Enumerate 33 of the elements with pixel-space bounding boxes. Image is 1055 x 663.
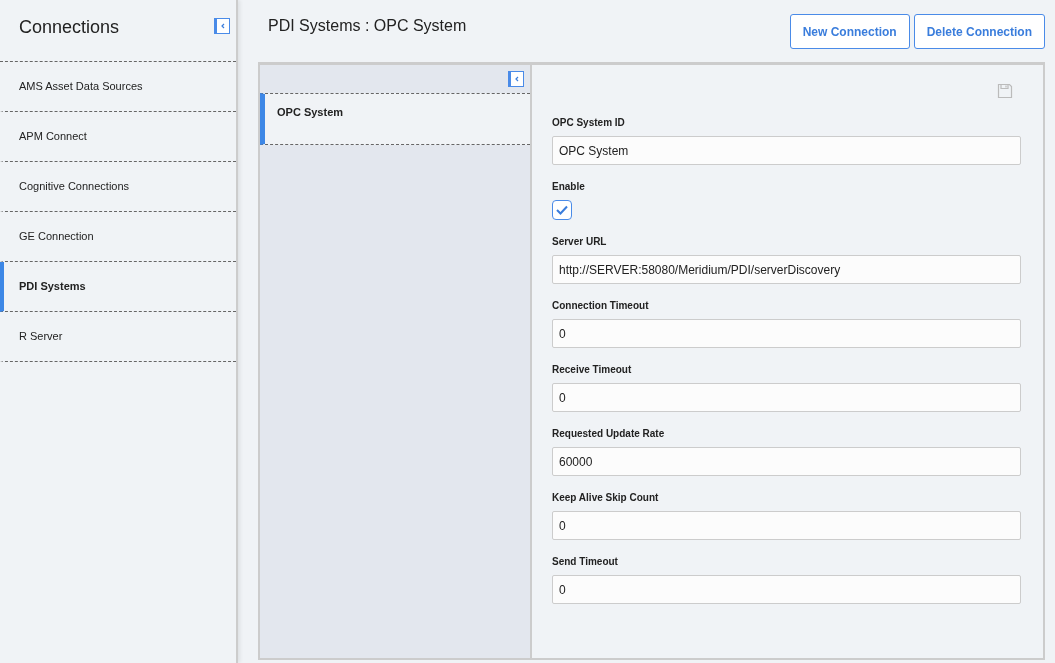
chevron-icon <box>219 22 227 30</box>
field-label: Receive Timeout <box>552 363 633 377</box>
input-field[interactable]: 60000 <box>552 447 1021 476</box>
field-label: Connection Timeout <box>552 299 650 313</box>
sidebar-title: Connections <box>19 16 120 39</box>
field-label: OPC System ID <box>552 116 626 130</box>
field-label: Keep Alive Skip Count <box>552 491 660 505</box>
sidebar-item[interactable]: R Server <box>0 312 236 362</box>
field-label: Send Timeout <box>552 555 619 569</box>
input-field[interactable]: OPC System <box>552 136 1021 165</box>
sidebar-item[interactable]: AMS Asset Data Sources <box>0 62 236 112</box>
field-label: Server URL <box>552 235 608 249</box>
sidebar-item[interactable]: PDI Systems <box>0 262 236 312</box>
sidebar-item[interactable]: GE Connection <box>0 212 236 262</box>
checkbox[interactable] <box>552 200 572 220</box>
collapse-button[interactable] <box>214 18 230 34</box>
checkmark-icon <box>555 204 569 216</box>
input-field[interactable]: 0 <box>552 383 1021 412</box>
collapse-button[interactable] <box>508 71 524 87</box>
save-icon[interactable] <box>997 83 1013 99</box>
sidebar-item[interactable]: APM Connect <box>0 112 236 162</box>
sidebar-item[interactable]: Cognitive Connections <box>0 162 236 212</box>
field-label: Enable <box>552 180 586 194</box>
field-label: Requested Update Rate <box>552 427 666 441</box>
input-field[interactable]: 0 <box>552 319 1021 348</box>
page-title: PDI Systems : OPC System <box>268 16 467 36</box>
input-field[interactable]: 0 <box>552 575 1021 604</box>
record-item[interactable]: OPC System <box>260 93 530 145</box>
action-button[interactable]: Delete Connection <box>913 14 1045 49</box>
action-button[interactable]: New Connection <box>789 14 910 49</box>
input-field[interactable]: http://SERVER:58080/Meridium/PDI/serverDiscovery <box>552 255 1021 284</box>
chevron-icon <box>513 75 521 83</box>
input-field[interactable]: 0 <box>552 511 1021 540</box>
